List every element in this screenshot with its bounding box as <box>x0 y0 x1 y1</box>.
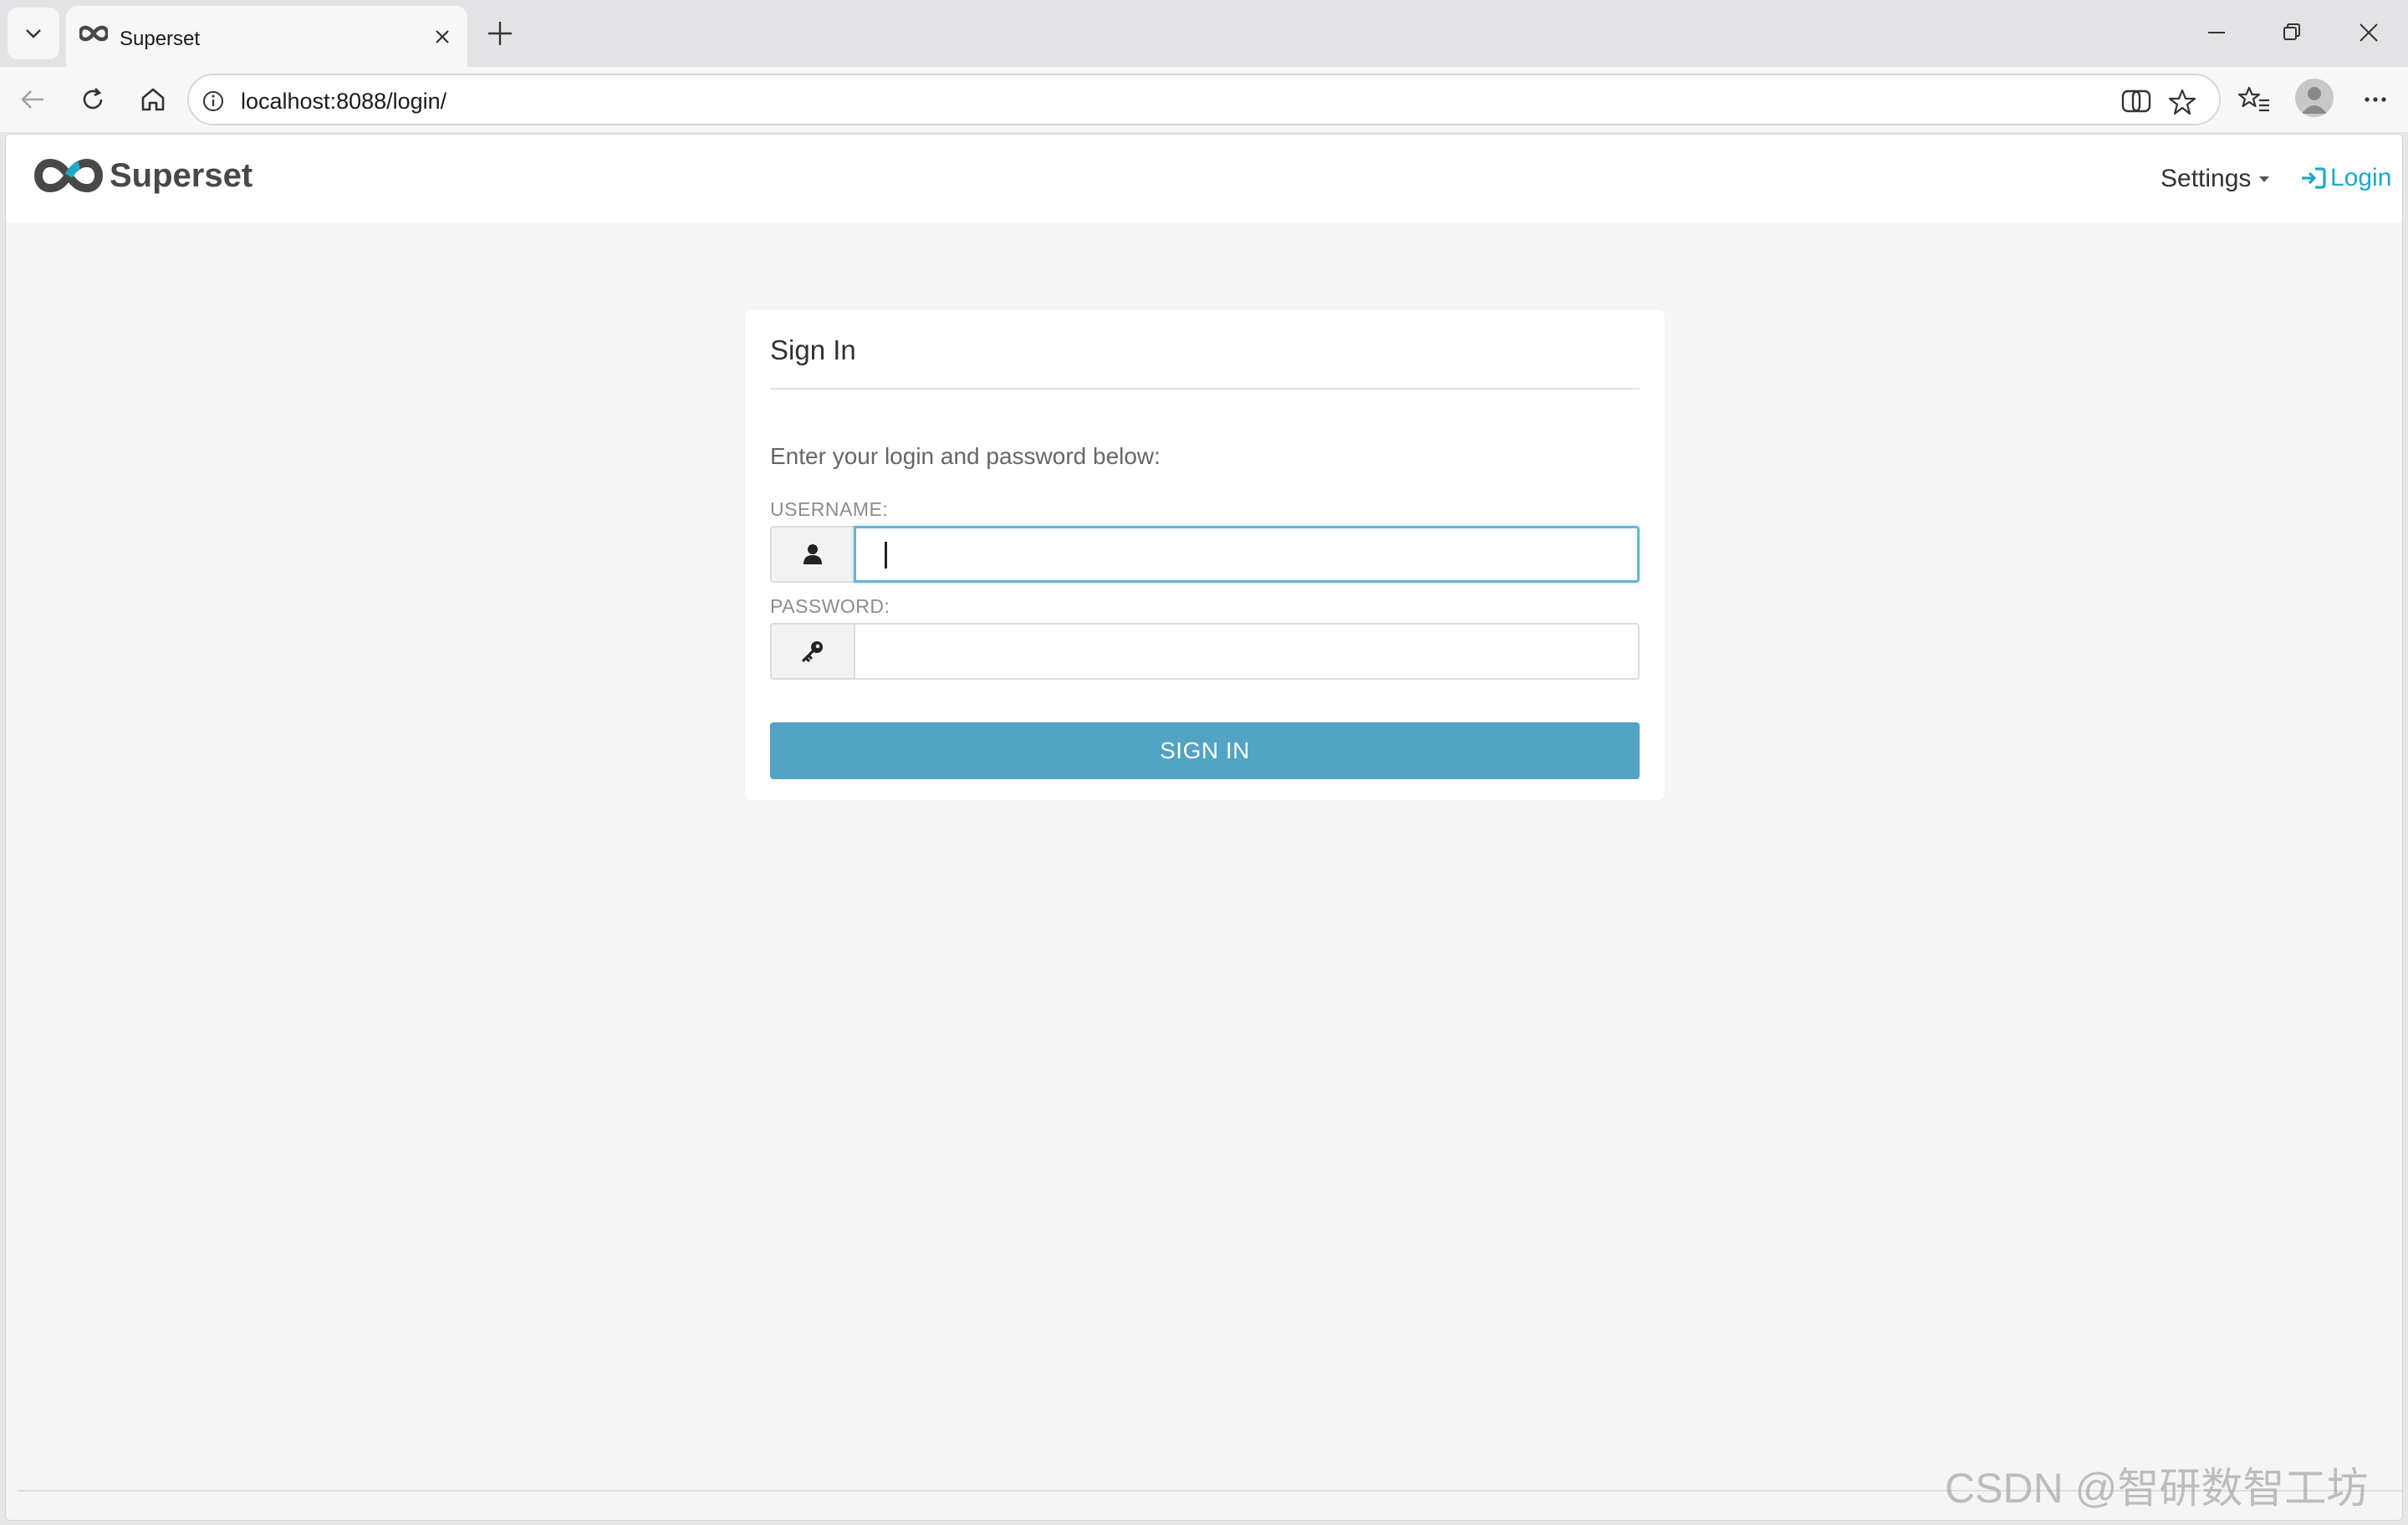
username-field-group <box>770 526 1640 583</box>
superset-logo-icon[interactable] <box>33 156 104 195</box>
username-input[interactable] <box>854 526 1640 583</box>
reload-icon[interactable] <box>77 84 109 115</box>
superset-navbar: Superset Settings Login <box>6 135 2402 222</box>
browser-toolbar: localhost:8088/login/ <box>0 67 2408 132</box>
panel-divider <box>770 388 1640 390</box>
text-cursor <box>885 542 887 569</box>
panel-title: Sign In <box>770 334 856 365</box>
address-bar[interactable]: localhost:8088/login/ <box>187 74 2221 125</box>
browser-tab[interactable]: Superset <box>66 6 467 67</box>
copilot-icon[interactable] <box>2120 87 2152 115</box>
star-icon[interactable] <box>2167 87 2197 117</box>
settings-menu[interactable]: Settings <box>2161 165 2270 193</box>
profile-avatar-icon[interactable] <box>2295 79 2334 117</box>
minimize-icon[interactable] <box>2204 20 2229 45</box>
login-link[interactable]: Login <box>2300 164 2391 192</box>
close-icon[interactable] <box>432 27 452 47</box>
settings-label: Settings <box>2161 165 2252 192</box>
brand-name[interactable]: Superset <box>110 157 253 195</box>
back-arrow-icon[interactable] <box>17 84 48 115</box>
restore-icon[interactable] <box>2279 20 2304 45</box>
superset-logo-icon <box>79 25 108 42</box>
tab-title: Superset <box>120 28 201 50</box>
sign-in-icon <box>2302 167 2326 189</box>
close-icon[interactable] <box>2356 20 2381 45</box>
login-label: Login <box>2330 164 2392 191</box>
username-addon <box>770 526 854 583</box>
password-addon <box>770 623 854 680</box>
user-icon <box>804 544 822 564</box>
password-label: PASSWORD: <box>770 595 890 617</box>
sign-in-panel: Sign In Enter your login and password be… <box>745 309 1665 800</box>
info-icon[interactable] <box>201 89 226 114</box>
home-icon[interactable] <box>137 84 169 115</box>
page-viewport: Superset Settings Login Sign In Enter yo… <box>5 134 2403 1521</box>
browser-tab-strip: Superset <box>0 0 2408 67</box>
watermark: CSDN @智研数智工坊 <box>1945 1465 2369 1512</box>
password-input[interactable] <box>854 623 1640 680</box>
chevron-down-icon <box>26 29 41 38</box>
url-text[interactable]: localhost:8088/login/ <box>241 89 446 115</box>
more-icon[interactable] <box>2360 84 2391 115</box>
key-icon <box>802 641 823 662</box>
sign-in-button[interactable]: SIGN IN <box>770 722 1640 779</box>
password-field-group <box>770 623 1640 680</box>
caret-down-icon <box>2259 176 2270 182</box>
sign-in-instructions: Enter your login and password below: <box>770 443 1161 469</box>
tab-actions-menu-button[interactable] <box>8 8 59 59</box>
plus-icon[interactable] <box>483 17 517 50</box>
username-label: USERNAME: <box>770 498 889 520</box>
favorites-list-icon[interactable] <box>2237 84 2271 115</box>
